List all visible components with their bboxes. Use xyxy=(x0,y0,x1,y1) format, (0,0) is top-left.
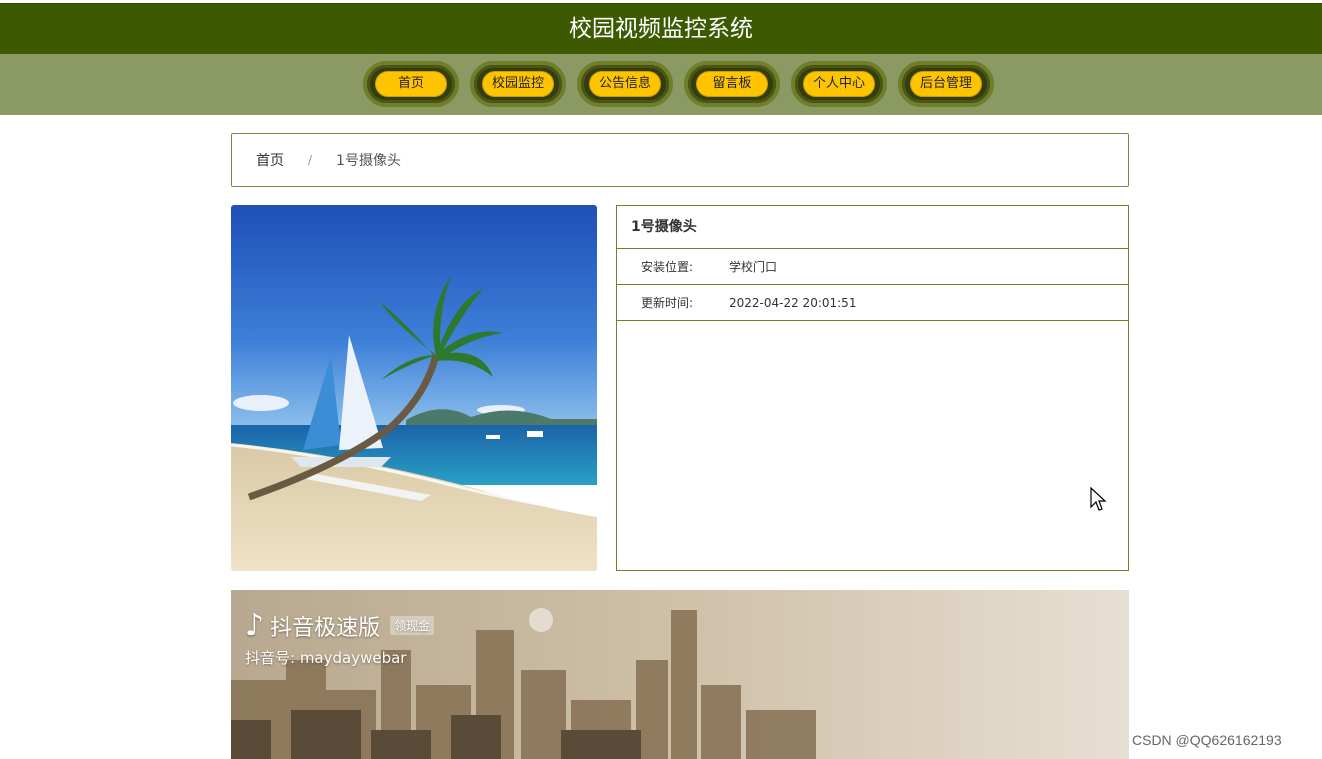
nav-announcements[interactable]: 公告信息 xyxy=(577,61,673,107)
location-row: 安装位置: 学校门口 xyxy=(617,249,1128,285)
nav-label: 首页 xyxy=(375,71,447,97)
nav-label: 后台管理 xyxy=(910,71,982,97)
watermark: CSDN @QQ626162193 xyxy=(1132,732,1282,748)
nav-label: 公告信息 xyxy=(589,71,661,97)
nav-campus-monitor[interactable]: 校园监控 xyxy=(470,61,566,107)
video-account: 抖音号: maydaywebar xyxy=(245,649,407,667)
location-value: 学校门口 xyxy=(729,260,778,274)
updated-label: 更新时间: xyxy=(641,296,694,310)
nav-label: 校园监控 xyxy=(482,71,554,97)
title-bar: 校园视频监控系统 xyxy=(0,3,1322,54)
camera-details-panel: 1号摄像头 安装位置: 学校门口 更新时间: 2022-04-22 20:01:… xyxy=(616,205,1129,571)
video-app-name: 抖音极速版 xyxy=(270,615,381,641)
nav-label: 个人中心 xyxy=(803,71,875,97)
nav-bar: 首页 校园监控 公告信息 留言板 个人中心 后台管理 xyxy=(0,54,1322,115)
updated-value: 2022-04-22 20:01:51 xyxy=(729,295,857,310)
breadcrumb-current: 1号摄像头 xyxy=(336,153,401,169)
breadcrumb-separator: / xyxy=(308,153,313,167)
breadcrumb: 首页 / 1号摄像头 xyxy=(231,133,1129,187)
video-badge: 领现金 xyxy=(390,616,435,635)
nav-message-board[interactable]: 留言板 xyxy=(684,61,780,107)
breadcrumb-home-link[interactable]: 首页 xyxy=(256,150,284,170)
mouse-cursor-icon xyxy=(1089,486,1107,516)
music-note-icon: ♪ xyxy=(245,608,265,643)
camera-image xyxy=(231,205,597,571)
nav-personal-center[interactable]: 个人中心 xyxy=(791,61,887,107)
location-label: 安装位置: xyxy=(641,260,694,274)
updated-row: 更新时间: 2022-04-22 20:01:51 xyxy=(617,285,1128,321)
camera-name: 1号摄像头 xyxy=(617,206,1128,249)
video-app-logo: ♪ 抖音极速版 领现金 xyxy=(245,608,435,643)
nav-label: 留言板 xyxy=(696,71,768,97)
beach-scene-image xyxy=(231,205,597,571)
main-nav: 首页 校园监控 公告信息 留言板 个人中心 后台管理 xyxy=(363,61,994,107)
nav-admin[interactable]: 后台管理 xyxy=(898,61,994,107)
video-player[interactable]: ♪ 抖音极速版 领现金 抖音号: maydaywebar xyxy=(231,590,1129,759)
nav-home[interactable]: 首页 xyxy=(363,61,459,107)
site-title: 校园视频监控系统 xyxy=(569,16,753,42)
